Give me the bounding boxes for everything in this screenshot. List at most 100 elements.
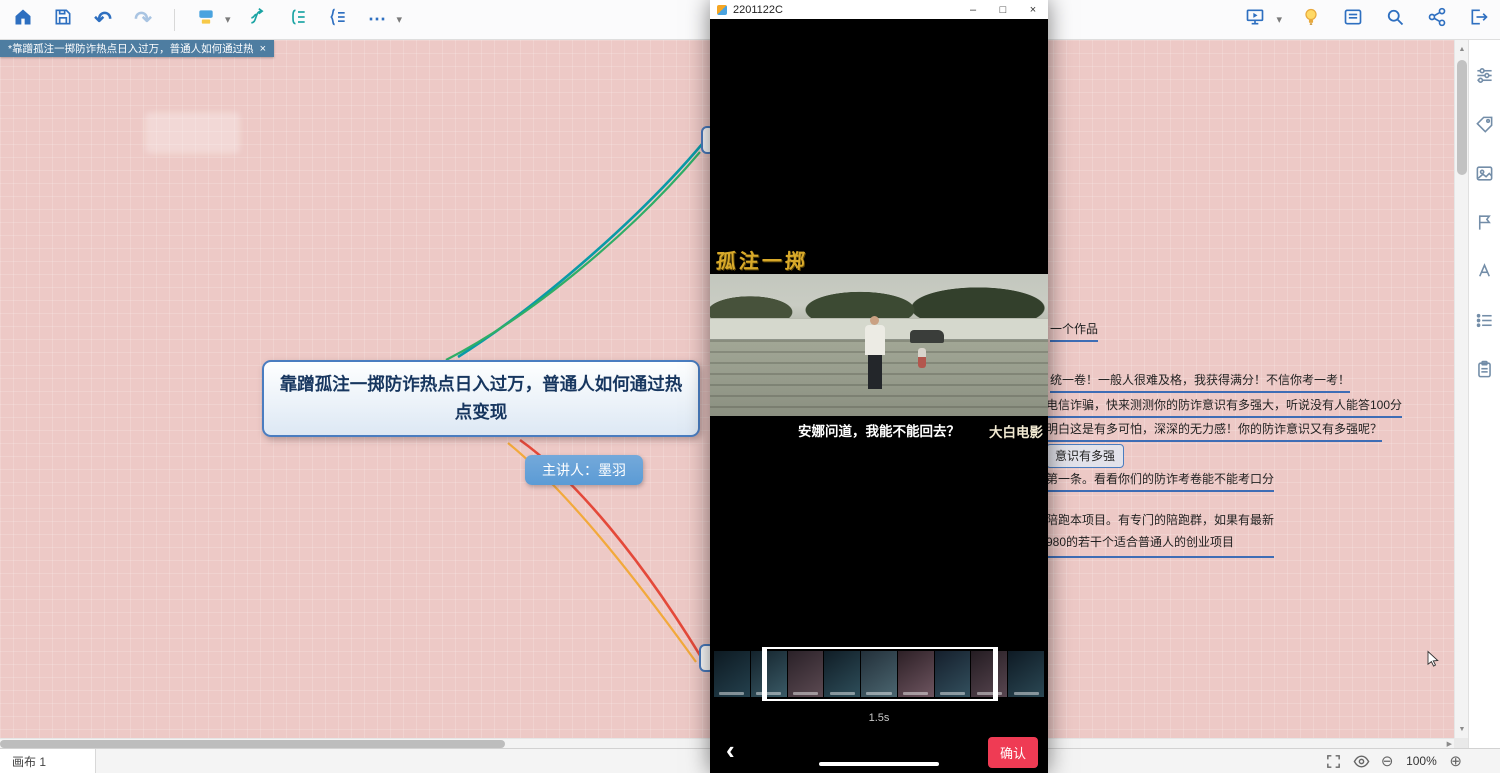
present-caret-icon[interactable]: ▾: [1276, 13, 1282, 26]
home-indicator: [819, 762, 939, 766]
branch-node[interactable]: 陪跑本项目。有专门的陪跑群，如果有最新 980的若干个适合普通人的创业项目: [1046, 509, 1274, 558]
document-tab[interactable]: *靠蹭孤注一掷防诈热点日入过万，普通人如何通过热点变现 ×: [0, 40, 274, 57]
redo-icon: ↷: [134, 9, 152, 30]
phone-mirror-window: 2201122C – □ × 孤注一掷 安娜问道，我能不能回去？ 大白电影: [710, 0, 1048, 773]
style-button[interactable]: [193, 7, 219, 33]
lightbulb-icon: [1301, 7, 1321, 32]
style-caret-icon[interactable]: ▾: [225, 13, 231, 26]
video-editor-screen: 孤注一掷 安娜问道，我能不能回去？ 大白电影: [710, 19, 1048, 773]
frame-person: [870, 316, 879, 325]
toolbar-divider: [174, 9, 175, 31]
window-app-icon: [717, 5, 727, 15]
share-icon: [1427, 7, 1447, 32]
canvas-artifact: [145, 112, 240, 154]
movie-title-logo: 孤注一掷: [715, 245, 809, 274]
subtitle-row: 安娜问道，我能不能回去？ 大白电影: [710, 420, 1048, 440]
style-icon: [196, 7, 216, 32]
present-icon: [1245, 7, 1265, 32]
canvas-sheet-tab[interactable]: 画布 1: [0, 749, 96, 773]
central-topic-node[interactable]: 靠蹭孤注一掷防诈热点日入过万，普通人如何通过热点变现: [262, 360, 700, 437]
branch-node[interactable]: 电信诈骗，快来测测你的防诈意识有多强大，听说没有人能答100分: [1046, 396, 1402, 418]
tag-icon[interactable]: [1475, 115, 1494, 134]
trim-handle-right[interactable]: [993, 649, 998, 699]
app-root: 靠蹭孤注一掷防诈热点日入过万，普通人如何通过热点变现 主讲人：墨羽 一个作品 统…: [0, 0, 1500, 773]
filmstrip-thumbnail[interactable]: [1008, 651, 1044, 697]
home-button[interactable]: [10, 7, 36, 33]
window-titlebar[interactable]: 2201122C – □ ×: [710, 0, 1048, 19]
undo-button[interactable]: ↶: [90, 7, 116, 33]
save-button[interactable]: [50, 7, 76, 33]
save-icon: [53, 7, 73, 32]
filmstrip-thumbnail[interactable]: [861, 651, 897, 697]
vertical-scrollbar[interactable]: ▲ ▼: [1454, 40, 1468, 738]
summary-icon: [288, 7, 308, 32]
scroll-up-icon[interactable]: ▲: [1455, 42, 1469, 56]
frame-child: [918, 348, 926, 368]
channel-watermark: 大白电影: [989, 421, 1043, 441]
filmstrip-thumbnail[interactable]: [751, 651, 787, 697]
close-button[interactable]: ×: [1018, 0, 1048, 19]
filmstrip-thumbnail[interactable]: [824, 651, 860, 697]
clip-duration: 1.5s: [710, 712, 1048, 724]
branch-node-selected[interactable]: 意识有多强: [1046, 444, 1124, 468]
format-sliders-icon[interactable]: [1475, 66, 1494, 85]
font-icon[interactable]: [1475, 262, 1494, 281]
horizontal-scrollbar-thumb[interactable]: [0, 740, 505, 748]
notes-panel-button[interactable]: [1340, 7, 1366, 33]
window-title: 2201122C: [733, 4, 958, 16]
branch-node[interactable]: 明白这是有多可怕，深深的无力感！你的防诈意识又有多强呢？: [1046, 420, 1382, 442]
tab-close-icon[interactable]: ×: [260, 43, 266, 55]
zoom-level: 100%: [1404, 754, 1438, 768]
confirm-button[interactable]: 确认: [988, 737, 1038, 768]
relationship-icon: [248, 7, 268, 32]
trim-handle-left[interactable]: [762, 649, 767, 699]
export-icon: [1469, 7, 1489, 32]
zoom-out-button[interactable]: ⊖: [1381, 754, 1394, 769]
branch-node-line: 陪跑本项目。有专门的陪跑群，如果有最新: [1046, 513, 1274, 527]
outline-button[interactable]: [325, 7, 351, 33]
outline-icon: [328, 7, 348, 32]
summary-button[interactable]: [285, 7, 311, 33]
numbered-list-icon[interactable]: [1475, 311, 1494, 330]
maximize-button[interactable]: □: [988, 0, 1018, 19]
clipboard-icon[interactable]: [1475, 360, 1494, 379]
filmstrip-thumbnail[interactable]: [971, 651, 1007, 697]
share-button[interactable]: [1424, 7, 1450, 33]
image-icon[interactable]: [1475, 164, 1494, 183]
document-tab-title: *靠蹭孤注一掷防诈热点日入过万，普通人如何通过热点变现: [8, 41, 253, 56]
frame-car: [910, 330, 944, 343]
more-caret-icon[interactable]: ▾: [397, 13, 403, 26]
presenter-badge[interactable]: 主讲人：墨羽: [525, 455, 643, 485]
filmstrip-thumbnail[interactable]: [898, 651, 934, 697]
notes-panel-icon: [1343, 7, 1363, 32]
frame-person-pants: [868, 355, 882, 389]
fit-view-icon[interactable]: [1325, 753, 1342, 770]
redo-button[interactable]: ↷: [130, 7, 156, 33]
search-button[interactable]: [1382, 7, 1408, 33]
vertical-scrollbar-thumb[interactable]: [1457, 60, 1467, 175]
branch-node[interactable]: 一个作品: [1050, 320, 1098, 342]
export-button[interactable]: [1466, 7, 1492, 33]
minimize-button[interactable]: –: [958, 0, 988, 19]
frame-person-shirt: [865, 325, 885, 355]
branch-node[interactable]: 统一卷！一般人很难及格，我获得满分！不信你考一考！: [1050, 371, 1350, 393]
zoom-in-button[interactable]: ⊕: [1449, 754, 1462, 769]
video-frame: [710, 274, 1048, 416]
filmstrip-thumbnail[interactable]: [935, 651, 971, 697]
home-icon: [13, 7, 33, 32]
branch-node-line: 980的若干个适合普通人的创业项目: [1046, 535, 1234, 549]
flag-icon[interactable]: [1475, 213, 1494, 232]
present-button[interactable]: [1242, 7, 1268, 33]
scroll-down-icon[interactable]: ▼: [1455, 722, 1469, 736]
back-button[interactable]: ‹: [726, 737, 735, 763]
eye-icon[interactable]: [1353, 753, 1370, 770]
more-button[interactable]: ⋯: [365, 7, 391, 33]
right-panel-strip: [1468, 40, 1500, 748]
undo-icon: ↶: [94, 9, 112, 30]
search-icon: [1385, 7, 1405, 32]
relationship-button[interactable]: [245, 7, 271, 33]
ideas-button[interactable]: [1298, 7, 1324, 33]
filmstrip-thumbnail[interactable]: [788, 651, 824, 697]
filmstrip-thumbnail[interactable]: [714, 651, 750, 697]
branch-node[interactable]: 第一条。看看你们的防诈考卷能不能考口分: [1046, 470, 1274, 492]
